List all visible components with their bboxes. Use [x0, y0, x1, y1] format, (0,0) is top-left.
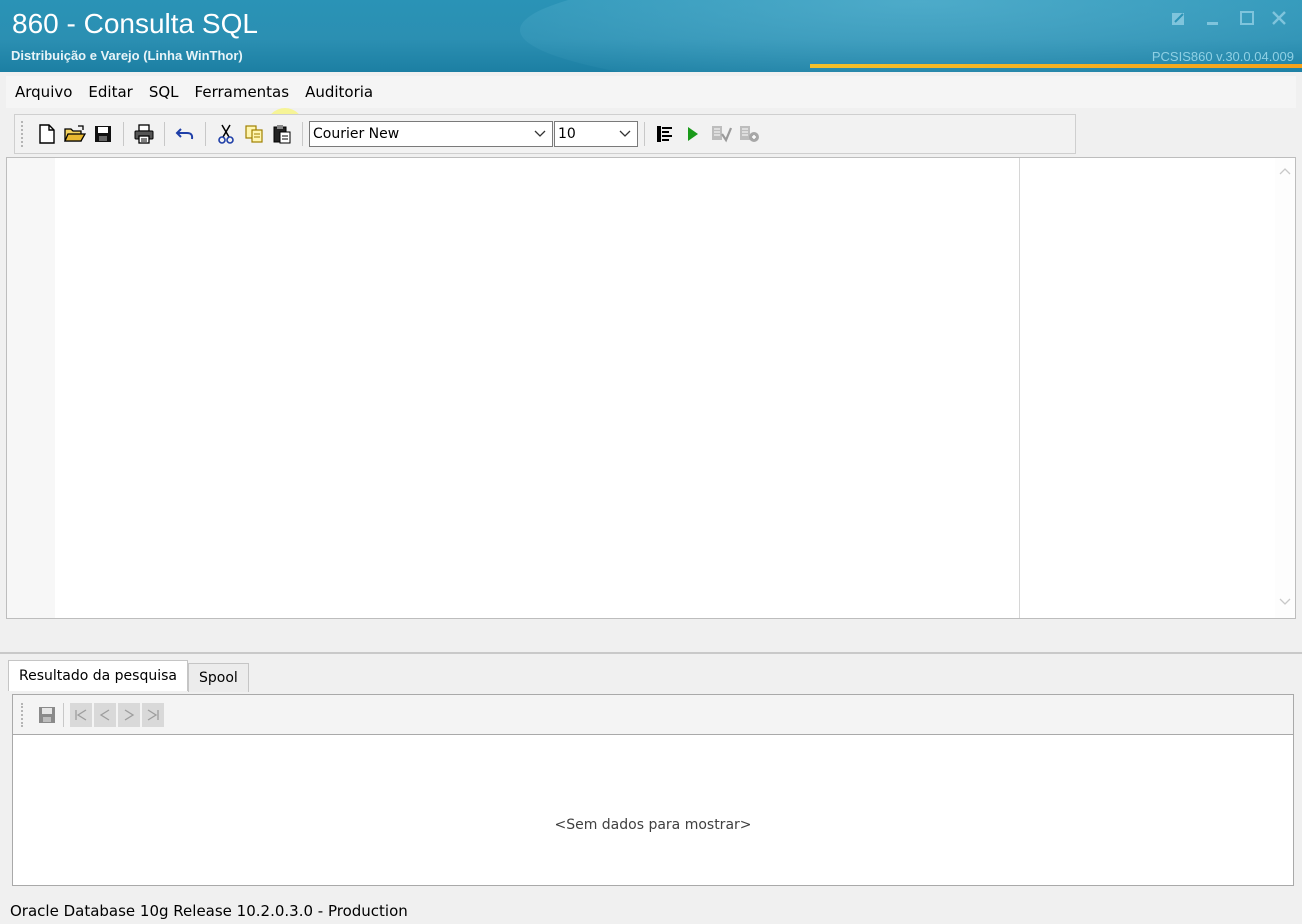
version-label: PCSIS860 v.30.0.04.009 — [1151, 49, 1294, 64]
new-file-icon[interactable] — [35, 122, 59, 146]
toolbar-separator — [302, 122, 303, 146]
menu-sql[interactable]: SQL — [141, 83, 187, 101]
close-icon[interactable] — [1268, 10, 1290, 32]
chevron-down-icon — [534, 126, 546, 144]
menu-auditoria[interactable]: Auditoria — [297, 83, 381, 101]
save-results-icon[interactable] — [35, 703, 59, 727]
window-subtitle: Distribuição e Varejo (Linha WinThor) — [11, 48, 243, 63]
toolbar-separator — [123, 122, 124, 146]
scroll-up-icon[interactable] — [1279, 166, 1291, 179]
editor-scrollbar[interactable] — [1275, 158, 1295, 618]
toolbar-grip[interactable] — [21, 121, 27, 147]
font-name-select[interactable]: Courier New — [309, 121, 553, 147]
toolbar-separator — [205, 122, 206, 146]
menu-ferramentas[interactable]: Ferramentas — [187, 83, 298, 101]
next-record-icon[interactable] — [118, 702, 140, 727]
undo-icon[interactable] — [173, 122, 197, 146]
toolbar-grip[interactable] — [21, 702, 27, 727]
cut-icon[interactable] — [214, 122, 238, 146]
font-name-value: Courier New — [313, 126, 400, 142]
menu-bar: Arquivo Editar SQL Ferramentas Auditoria — [6, 76, 1296, 108]
tab-spool[interactable]: Spool — [187, 663, 249, 692]
restore-icon[interactable] — [1168, 10, 1190, 32]
editor-divider — [1019, 158, 1020, 618]
title-accent-line — [810, 64, 1302, 68]
editor-gutter — [7, 158, 55, 618]
results-panel: <Sem dados para mostrar> — [12, 694, 1294, 886]
chevron-down-icon — [619, 126, 631, 144]
font-size-select[interactable]: 10 — [554, 121, 638, 147]
font-size-value: 10 — [558, 126, 576, 142]
last-record-icon[interactable] — [142, 702, 164, 727]
panel-splitter[interactable] — [0, 620, 1302, 654]
main-toolbar: Courier New 10 — [14, 114, 1076, 154]
title-bar: 860 - Consulta SQL Distribuição e Varejo… — [0, 0, 1302, 72]
menu-editar[interactable]: Editar — [80, 83, 140, 101]
paste-icon[interactable] — [270, 122, 294, 146]
explain-plan-icon[interactable] — [737, 122, 761, 146]
save-icon[interactable] — [91, 122, 115, 146]
result-tabs: Resultado da pesquisa Spool — [8, 660, 249, 692]
print-icon[interactable] — [132, 122, 156, 146]
results-toolbar — [13, 695, 1293, 735]
first-record-icon[interactable] — [70, 702, 92, 727]
scroll-down-icon[interactable] — [1279, 597, 1291, 610]
toolbar-separator — [164, 122, 165, 146]
copy-icon[interactable] — [242, 122, 266, 146]
toolbar-separator — [644, 122, 645, 146]
maximize-icon[interactable] — [1236, 10, 1258, 32]
run-script-icon[interactable] — [709, 122, 733, 146]
menu-arquivo[interactable]: Arquivo — [6, 83, 80, 101]
run-icon[interactable] — [681, 122, 705, 146]
toolbar-separator — [63, 702, 64, 727]
open-folder-icon[interactable] — [63, 122, 87, 146]
minimize-icon[interactable] — [1202, 10, 1224, 32]
status-bar: Oracle Database 10g Release 10.2.0.3.0 -… — [0, 898, 1302, 922]
tab-resultado-da-pesquisa[interactable]: Resultado da pesquisa — [8, 660, 188, 691]
empty-results-message: <Sem dados para mostrar> — [554, 817, 752, 833]
window-title: 860 - Consulta SQL — [12, 8, 258, 39]
sql-editor[interactable] — [6, 157, 1296, 619]
format-sql-icon[interactable] — [653, 122, 677, 146]
prior-record-icon[interactable] — [94, 702, 116, 727]
